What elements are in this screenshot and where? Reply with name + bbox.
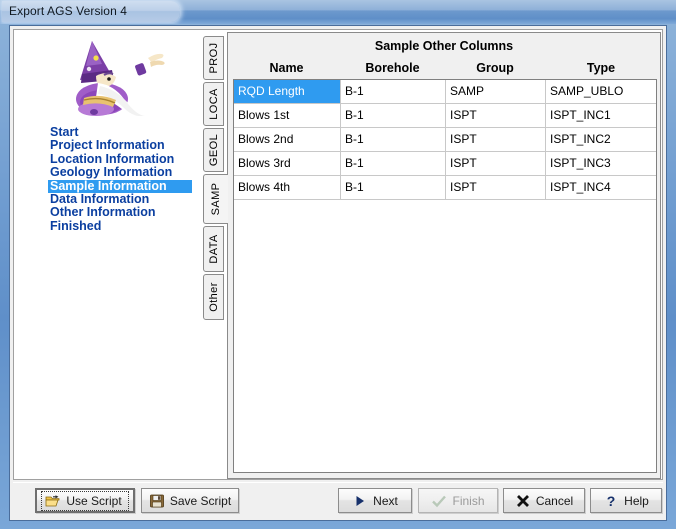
column-header-name[interactable]: Name [233, 58, 340, 79]
column-header-group[interactable]: Group [445, 58, 545, 79]
use-script-label: Use Script [66, 494, 121, 508]
use-script-button[interactable]: Use Script [35, 488, 135, 513]
cell-group[interactable]: ISPT [446, 128, 546, 151]
tab-loca[interactable]: LOCA [203, 82, 224, 126]
cell-type[interactable]: ISPT_INC2 [546, 128, 657, 151]
cancel-button[interactable]: Cancel [503, 488, 585, 513]
play-triangle-icon [352, 493, 368, 509]
cell-group[interactable]: SAMP [446, 80, 546, 103]
nav-item-other-information[interactable]: Other Information [48, 206, 194, 219]
nav-item-data-information[interactable]: Data Information [48, 193, 194, 206]
title-bar: Export AGS Version 4 [0, 0, 676, 24]
cell-borehole[interactable]: B-1 [341, 80, 446, 103]
table-row[interactable]: RQD Length B-1 SAMP SAMP_UBLO [234, 80, 656, 104]
next-label: Next [373, 494, 398, 508]
wizard-step-list[interactable]: Start Project Information Location Infor… [48, 126, 194, 233]
cell-borehole[interactable]: B-1 [341, 176, 446, 199]
cell-borehole[interactable]: B-1 [341, 104, 446, 127]
cell-name[interactable]: RQD Length [234, 80, 341, 103]
check-icon [431, 493, 447, 509]
tab-other-label: Other [208, 282, 220, 312]
column-header-borehole[interactable]: Borehole [340, 58, 445, 79]
cell-group[interactable]: ISPT [446, 176, 546, 199]
data-grid[interactable]: RQD Length B-1 SAMP SAMP_UBLO Blows 1st … [233, 79, 657, 473]
table-row[interactable]: Blows 1st B-1 ISPT ISPT_INC1 [234, 104, 656, 128]
tab-loca-label: LOCA [208, 88, 220, 120]
tab-geol[interactable]: GEOL [203, 128, 224, 172]
nav-item-project-information[interactable]: Project Information [48, 139, 194, 152]
tab-samp[interactable]: SAMP [203, 174, 228, 224]
cell-type[interactable]: ISPT_INC1 [546, 104, 657, 127]
grid-title: Sample Other Columns [228, 39, 660, 53]
wizard-mascot-icon [62, 36, 180, 116]
tab-data-label: DATA [208, 234, 220, 263]
tab-content-panel: Sample Other Columns Name Borehole Group… [227, 32, 661, 479]
cell-group[interactable]: ISPT [446, 152, 546, 175]
tab-geol-label: GEOL [208, 134, 220, 166]
cell-borehole[interactable]: B-1 [341, 152, 446, 175]
table-row[interactable]: Blows 4th B-1 ISPT ISPT_INC4 [234, 176, 656, 200]
cell-name[interactable]: Blows 4th [234, 176, 341, 199]
vertical-tab-strip: PROJ LOCA GEOL SAMP DATA Other [203, 32, 229, 479]
cell-name[interactable]: Blows 2nd [234, 128, 341, 151]
cell-borehole[interactable]: B-1 [341, 128, 446, 151]
save-script-button[interactable]: Save Script [141, 488, 239, 513]
help-label: Help [624, 494, 649, 508]
cancel-label: Cancel [536, 494, 573, 508]
client-area: Start Project Information Location Infor… [9, 25, 667, 521]
application-window: Export AGS Version 4 [0, 0, 676, 529]
nav-item-geology-information[interactable]: Geology Information [48, 166, 194, 179]
cell-name[interactable]: Blows 1st [234, 104, 341, 127]
column-header-type[interactable]: Type [545, 58, 657, 79]
cell-type[interactable]: ISPT_INC4 [546, 176, 657, 199]
help-button[interactable]: ? Help [590, 488, 662, 513]
nav-item-location-information[interactable]: Location Information [48, 153, 194, 166]
next-button[interactable]: Next [338, 488, 412, 513]
table-row[interactable]: Blows 3rd B-1 ISPT ISPT_INC3 [234, 152, 656, 176]
grid-header-row: Name Borehole Group Type [233, 58, 657, 79]
tab-proj[interactable]: PROJ [203, 36, 224, 80]
table-row[interactable]: Blows 2nd B-1 ISPT ISPT_INC2 [234, 128, 656, 152]
svg-text:?: ? [607, 493, 616, 509]
save-script-label: Save Script [170, 494, 231, 508]
tab-other[interactable]: Other [203, 274, 224, 320]
nav-item-start[interactable]: Start [48, 126, 194, 139]
window-title: Export AGS Version 4 [9, 4, 127, 18]
nav-item-sample-information[interactable]: Sample Information [48, 180, 192, 193]
finish-label: Finish [452, 494, 484, 508]
floppy-disk-icon [149, 493, 165, 509]
dialog-button-bar: Use Script Save Script [13, 482, 663, 520]
cell-type[interactable]: SAMP_UBLO [546, 80, 657, 103]
question-mark-icon: ? [603, 493, 619, 509]
cell-group[interactable]: ISPT [446, 104, 546, 127]
tab-data[interactable]: DATA [203, 226, 224, 272]
close-x-icon [515, 493, 531, 509]
finish-button[interactable]: Finish [418, 488, 498, 513]
nav-item-finished[interactable]: Finished [48, 220, 194, 233]
tab-proj-label: PROJ [208, 43, 220, 74]
dialog-panel: Start Project Information Location Infor… [13, 29, 663, 480]
open-folder-icon [45, 493, 61, 509]
cell-name[interactable]: Blows 3rd [234, 152, 341, 175]
tab-samp-label: SAMP [210, 183, 222, 216]
cell-type[interactable]: ISPT_INC3 [546, 152, 657, 175]
wizard-pane: Start Project Information Location Infor… [14, 30, 196, 479]
